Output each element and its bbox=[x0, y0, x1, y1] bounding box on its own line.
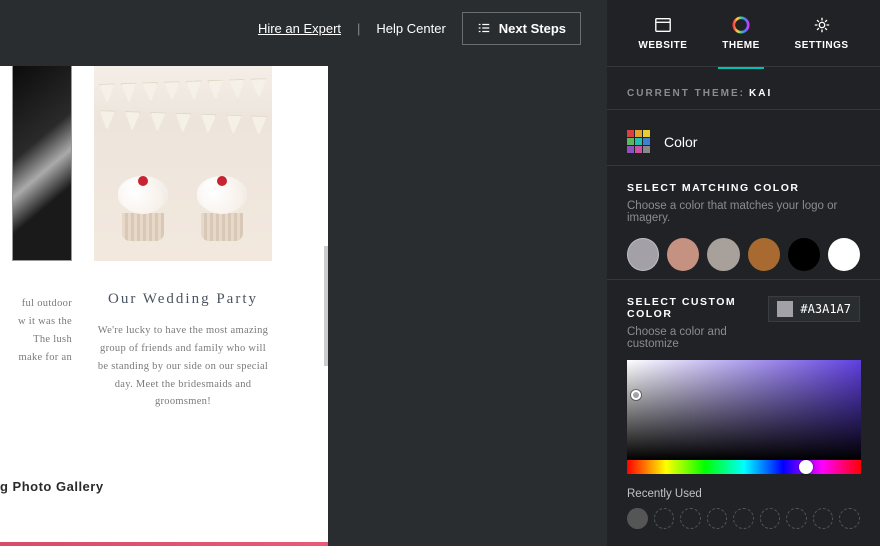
matching-color-heading: SELECT MATCHING COLOR bbox=[627, 182, 860, 194]
swatch-black[interactable] bbox=[788, 238, 820, 271]
color-section-label: Color bbox=[664, 134, 697, 150]
current-theme-label: CURRENT THEME:KAI bbox=[627, 88, 772, 99]
recent-swatch-7[interactable] bbox=[786, 508, 807, 529]
card-2-body: We're lucky to have the most amazing gro… bbox=[94, 322, 272, 411]
hex-swatch bbox=[777, 301, 793, 317]
swatch-gray[interactable] bbox=[627, 238, 659, 271]
swatch-tan[interactable] bbox=[667, 238, 699, 271]
next-steps-label: Next Steps bbox=[499, 21, 566, 36]
recent-swatch-2[interactable] bbox=[654, 508, 675, 529]
card-1-text: ful outdoor w it was the The lush make f… bbox=[12, 261, 72, 366]
help-center-link[interactable]: Help Center bbox=[376, 21, 445, 36]
checklist-icon bbox=[477, 21, 491, 35]
card-2-text: Our Wedding Party We're lucky to have th… bbox=[94, 261, 272, 411]
recent-swatch-1[interactable] bbox=[627, 508, 648, 529]
hue-slider[interactable] bbox=[627, 460, 861, 474]
custom-color-heading: SELECT CUSTOM COLOR bbox=[627, 296, 768, 320]
swatch-beige[interactable] bbox=[707, 238, 739, 271]
swatch-brown[interactable] bbox=[748, 238, 780, 271]
accent-bar bbox=[0, 542, 328, 546]
recent-swatch-6[interactable] bbox=[760, 508, 781, 529]
recent-swatch-8[interactable] bbox=[813, 508, 834, 529]
color-picker-area[interactable] bbox=[627, 360, 861, 460]
gallery-image-1[interactable] bbox=[12, 66, 72, 261]
tab-settings[interactable]: SETTINGS bbox=[791, 6, 853, 61]
tab-website[interactable]: WEBSITE bbox=[634, 6, 691, 61]
theme-panel: WEBSITE THEME SETTINGS CURRENT THEME:KAI… bbox=[607, 0, 880, 546]
tab-website-label: WEBSITE bbox=[638, 40, 687, 51]
color-grid-icon bbox=[627, 130, 650, 153]
color-section-button[interactable]: Color bbox=[627, 126, 860, 157]
website-icon bbox=[654, 16, 672, 34]
tab-settings-label: SETTINGS bbox=[795, 40, 849, 51]
custom-color-sub: Choose a color and customize bbox=[627, 326, 768, 350]
cupcakes-image bbox=[104, 151, 262, 241]
next-steps-button[interactable]: Next Steps bbox=[462, 12, 581, 45]
recent-swatch-9[interactable] bbox=[839, 508, 860, 529]
hex-value: #A3A1A7 bbox=[800, 302, 851, 316]
tab-theme[interactable]: THEME bbox=[718, 6, 764, 61]
hire-expert-link[interactable]: Hire an Expert bbox=[258, 21, 341, 36]
card-2-title: Our Wedding Party bbox=[94, 291, 272, 308]
tab-theme-label: THEME bbox=[722, 40, 760, 51]
gear-icon bbox=[813, 16, 831, 34]
separator: | bbox=[357, 21, 360, 36]
matching-color-sub: Choose a color that matches your logo or… bbox=[627, 200, 860, 224]
swatch-white[interactable] bbox=[828, 238, 860, 271]
gallery-image-2[interactable] bbox=[94, 66, 272, 261]
website-preview[interactable]: ful outdoor w it was the The lush make f… bbox=[0, 66, 328, 546]
recent-swatch-5[interactable] bbox=[733, 508, 754, 529]
recently-used-label: Recently Used bbox=[627, 488, 860, 500]
theme-icon bbox=[732, 16, 750, 34]
picker-cursor[interactable] bbox=[631, 390, 641, 400]
bunting-decoration bbox=[99, 81, 267, 141]
hex-input[interactable]: #A3A1A7 bbox=[768, 296, 860, 322]
recent-swatch-4[interactable] bbox=[707, 508, 728, 529]
gallery-section-title: g Photo Gallery bbox=[0, 479, 104, 494]
recent-swatch-3[interactable] bbox=[680, 508, 701, 529]
hue-cursor[interactable] bbox=[799, 460, 813, 474]
